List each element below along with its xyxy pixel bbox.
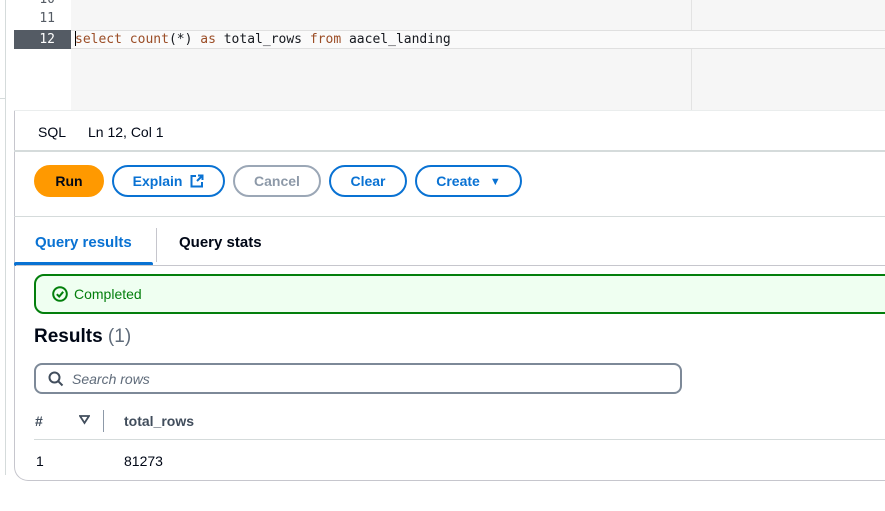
column-header-total-rows[interactable]: total_rows	[124, 410, 194, 432]
results-title: Results	[34, 326, 103, 347]
cell-index: 1	[36, 453, 44, 469]
line-code: select count(*) as total_rows from aacel…	[75, 30, 451, 49]
editor-status-bar: SQL Ln 12, Col 1	[14, 110, 885, 152]
clear-label: Clear	[350, 173, 386, 189]
search-rows-field[interactable]	[34, 363, 682, 394]
line-number: 12	[14, 30, 71, 49]
tab-label: Query stats	[179, 234, 262, 251]
status-text: Completed	[74, 286, 142, 302]
search-icon	[48, 371, 64, 387]
cell-total-rows: 81273	[124, 453, 163, 469]
run-button[interactable]: Run	[34, 165, 104, 197]
caret-down-icon: ▼	[489, 176, 501, 188]
sql-statement: select count(*) as total_rows from aacel…	[75, 32, 451, 47]
line-number: 11	[39, 11, 55, 26]
success-check-icon	[52, 286, 68, 302]
toolbar-divider	[14, 216, 885, 217]
run-label: Run	[55, 173, 83, 189]
column-header-index: #	[35, 413, 43, 429]
tab-separator	[156, 228, 157, 262]
create-dropdown-button[interactable]: Create ▼	[415, 165, 522, 197]
external-link-icon	[190, 174, 204, 188]
explain-button[interactable]: Explain	[112, 165, 225, 197]
sql-editor[interactable]: 10 11 12 select count(*) as total_rows f…	[14, 0, 885, 110]
sort-caret-icon[interactable]	[79, 414, 90, 425]
tab-query-stats[interactable]: Query stats	[158, 224, 283, 264]
results-heading: Results (1)	[34, 326, 131, 348]
editor-line: 10	[14, 0, 885, 9]
line-number: 10	[14, 0, 71, 9]
search-input[interactable]	[72, 367, 672, 391]
column-resizer[interactable]	[103, 410, 104, 432]
cursor-position: Ln 12, Col 1	[88, 124, 164, 140]
status-alert: Completed	[34, 274, 885, 314]
explain-label: Explain	[132, 173, 183, 189]
clear-button[interactable]: Clear	[329, 165, 407, 197]
language-label: SQL	[38, 124, 67, 140]
create-label: Create	[436, 173, 480, 189]
editor-line: 11	[14, 9, 885, 28]
cancel-label: Cancel	[254, 173, 300, 189]
cancel-button[interactable]: Cancel	[233, 165, 321, 197]
results-count: (1)	[107, 326, 132, 347]
tab-query-results[interactable]: Query results	[14, 224, 153, 266]
tab-label: Query results	[35, 234, 132, 251]
left-panel-edge	[0, 0, 6, 475]
tabs-underline	[16, 265, 885, 266]
table-header-divider	[34, 439, 885, 440]
editor-line-active[interactable]: 12 select count(*) as total_rows from aa…	[14, 30, 885, 49]
